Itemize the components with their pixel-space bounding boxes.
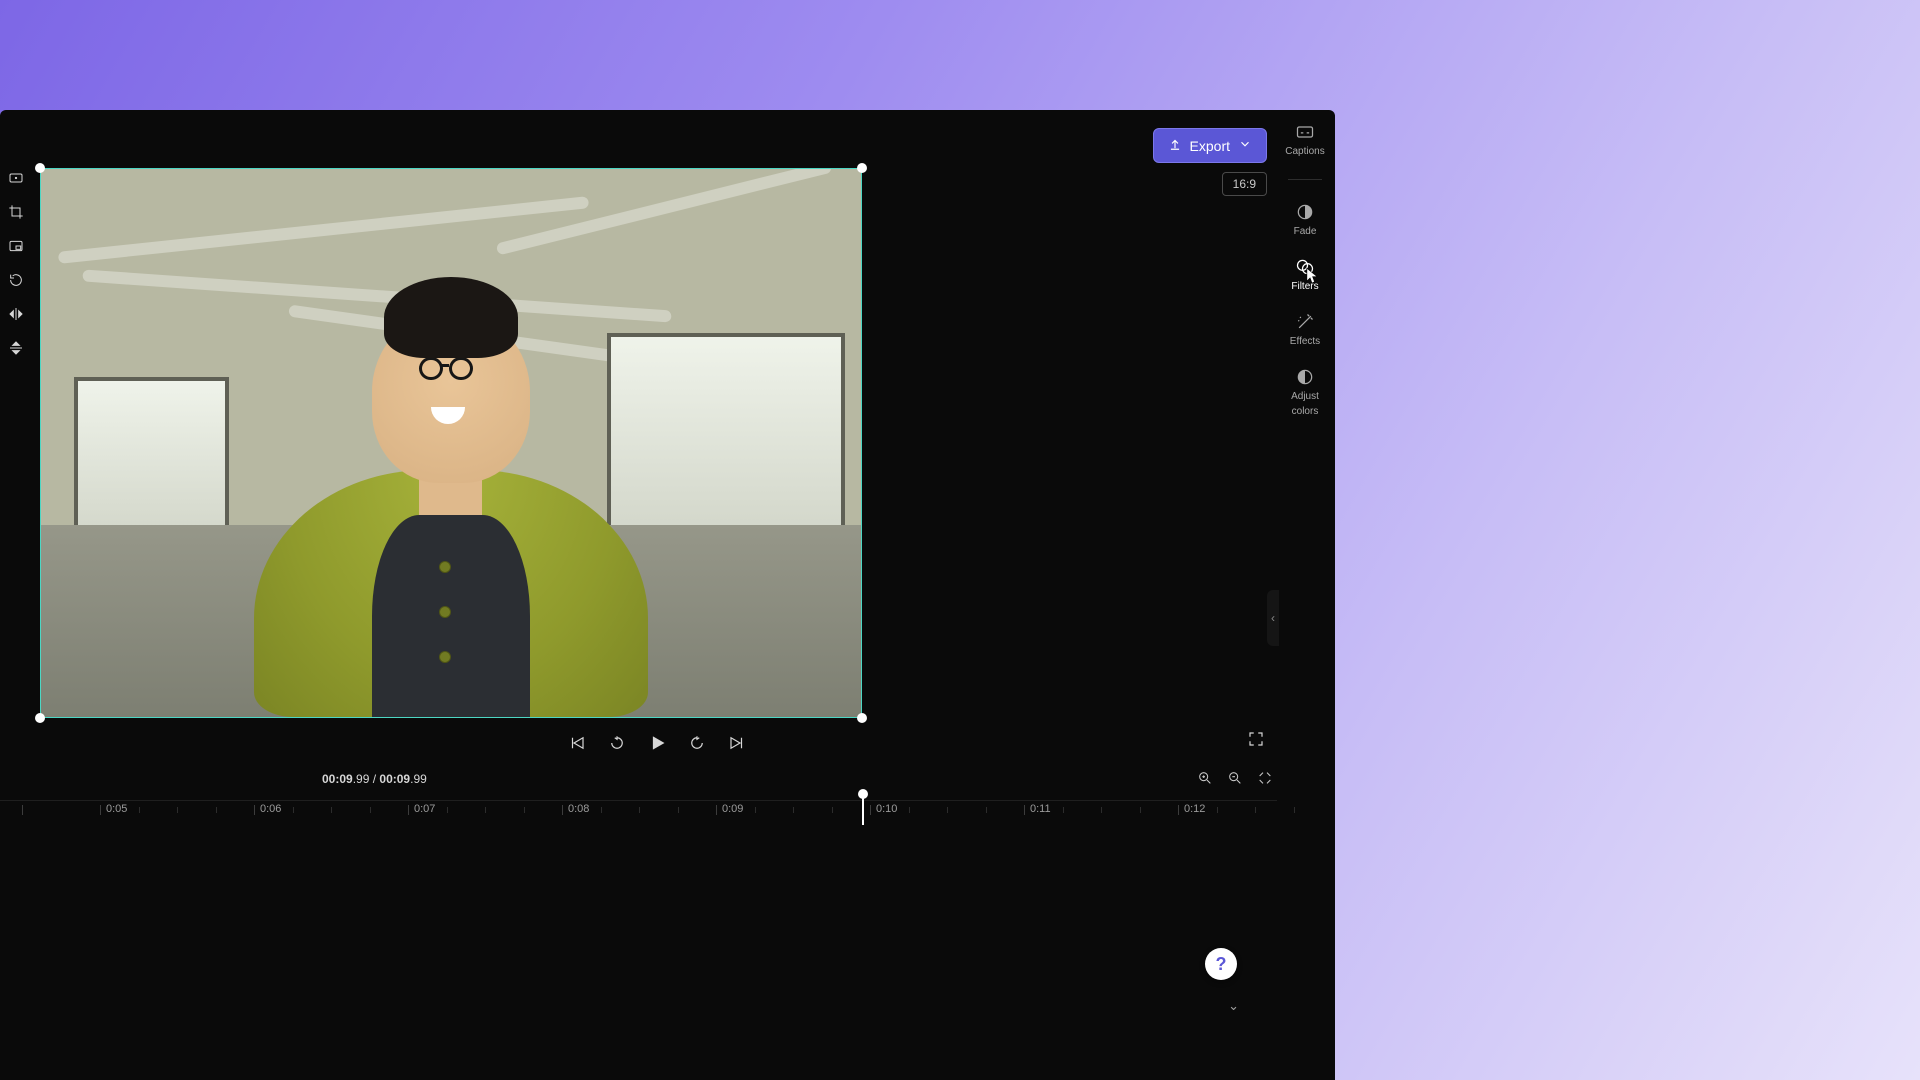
pip-tool-icon[interactable] <box>6 236 26 256</box>
skip-end-button[interactable] <box>728 734 746 757</box>
panel-chevron-down-icon[interactable]: ⌄ <box>1228 998 1239 1014</box>
timeline-minor-tick <box>216 807 217 813</box>
rotate-tool-icon[interactable] <box>6 270 26 290</box>
crop-tool-icon[interactable] <box>6 202 26 222</box>
timeline-minor-tick <box>986 807 987 813</box>
timeline-tick <box>716 805 717 815</box>
timeline-minor-tick <box>947 807 948 813</box>
timeline-tick-label: 0:09 <box>722 803 743 815</box>
video-frame[interactable] <box>40 168 862 718</box>
editor-shell: Export 16:9 Captions Fade Filters Effect… <box>0 110 1335 1080</box>
timeline-minor-tick <box>1217 807 1218 813</box>
total-time: 00:09.99 <box>379 772 426 786</box>
playback-time: 00:09.99 / 00:09.99 <box>322 772 427 786</box>
timeline-minor-tick <box>601 807 602 813</box>
effects-button[interactable]: Effects <box>1290 312 1320 347</box>
resize-handle-bottom-right[interactable] <box>857 713 867 723</box>
fullscreen-button[interactable] <box>1247 730 1265 753</box>
panel-separator <box>1288 179 1322 180</box>
timeline-minor-tick <box>447 807 448 813</box>
help-symbol: ? <box>1216 954 1227 975</box>
timeline-tick-label: 0:10 <box>876 803 897 815</box>
timeline-tick <box>1024 805 1025 815</box>
timeline-minor-tick <box>177 807 178 813</box>
fade-button[interactable]: Fade <box>1294 202 1317 237</box>
fade-label: Fade <box>1294 226 1317 237</box>
adjust-colors-button[interactable]: Adjust colors <box>1291 367 1319 417</box>
timeline-minor-tick <box>832 807 833 813</box>
timeline-minor-tick <box>639 807 640 813</box>
aspect-ratio-value: 16:9 <box>1233 177 1256 191</box>
flip-horizontal-icon[interactable] <box>6 304 26 324</box>
forward-button[interactable] <box>688 734 706 757</box>
zoom-fit-button[interactable] <box>1257 770 1273 791</box>
timeline-tick-label: 0:05 <box>106 803 127 815</box>
rewind-button[interactable] <box>608 734 626 757</box>
resize-handle-top-left[interactable] <box>35 163 45 173</box>
cursor-icon <box>1305 267 1319 285</box>
captions-button[interactable]: Captions <box>1285 122 1324 157</box>
left-tool-rail <box>5 168 27 358</box>
timeline-playhead[interactable] <box>862 795 864 825</box>
playback-controls <box>38 730 1275 760</box>
timeline-minor-tick <box>755 807 756 813</box>
timeline-ruler[interactable]: 0:05 0:06 0:07 0:08 0:09 0:10 0:11 0:12 <box>0 800 1277 833</box>
timeline-tick <box>100 805 101 815</box>
timeline-tick-label: 0:06 <box>260 803 281 815</box>
timeline-tick <box>1178 805 1179 815</box>
timeline-minor-tick <box>793 807 794 813</box>
help-button[interactable]: ? <box>1205 948 1237 980</box>
export-label: Export <box>1190 138 1230 154</box>
timeline-minor-tick <box>139 807 140 813</box>
timeline-minor-tick <box>1294 807 1295 813</box>
timeline-minor-tick <box>485 807 486 813</box>
chevron-down-icon <box>1238 137 1252 154</box>
timeline-tick <box>562 805 563 815</box>
filters-button[interactable]: Filters <box>1291 257 1318 292</box>
timeline-minor-tick <box>1255 807 1256 813</box>
timeline-minor-tick <box>293 807 294 813</box>
play-button[interactable] <box>648 734 666 757</box>
timeline-tick <box>870 805 871 815</box>
captions-label: Captions <box>1285 146 1324 157</box>
timeline-minor-tick <box>678 807 679 813</box>
current-time: 00:09.99 <box>322 772 369 786</box>
timeline-minor-tick <box>909 807 910 813</box>
timeline-tick-label: 0:08 <box>568 803 589 815</box>
timeline-minor-tick <box>524 807 525 813</box>
resize-handle-top-right[interactable] <box>857 163 867 173</box>
timeline-minor-tick <box>1140 807 1141 813</box>
video-preview[interactable] <box>40 168 862 718</box>
aspect-ratio-badge[interactable]: 16:9 <box>1222 172 1267 196</box>
timeline-tick-label: 0:12 <box>1184 803 1205 815</box>
effects-label: Effects <box>1290 336 1320 347</box>
export-button[interactable]: Export <box>1153 128 1267 163</box>
resize-handle-bottom-left[interactable] <box>35 713 45 723</box>
video-scene-placeholder <box>41 169 861 717</box>
timeline-tick-label: 0:07 <box>414 803 435 815</box>
chevron-left-icon: ‹ <box>1271 611 1275 625</box>
timeline-tick <box>408 805 409 815</box>
adjust-colors-label-1: Adjust <box>1291 391 1319 402</box>
timeline-tick <box>254 805 255 815</box>
zoom-out-button[interactable] <box>1227 770 1243 791</box>
timeline-minor-tick <box>370 807 371 813</box>
timeline-tick-label: 0:11 <box>1030 803 1051 815</box>
time-sep: / <box>369 772 379 786</box>
right-properties-panel: Captions Fade Filters Effects Adjust col… <box>1279 122 1331 1080</box>
timeline-minor-tick <box>331 807 332 813</box>
upload-icon <box>1168 137 1182 154</box>
timeline-zoom-controls <box>1197 770 1273 791</box>
timeline-tick <box>22 805 23 815</box>
flip-vertical-icon[interactable] <box>6 338 26 358</box>
timeline-minor-tick <box>1101 807 1102 813</box>
fit-tool-icon[interactable] <box>6 168 26 188</box>
timeline-minor-tick <box>1063 807 1064 813</box>
adjust-colors-label-2: colors <box>1292 406 1319 417</box>
skip-start-button[interactable] <box>568 734 586 757</box>
collapse-panel-tab[interactable]: ‹ <box>1267 590 1279 646</box>
zoom-in-button[interactable] <box>1197 770 1213 791</box>
